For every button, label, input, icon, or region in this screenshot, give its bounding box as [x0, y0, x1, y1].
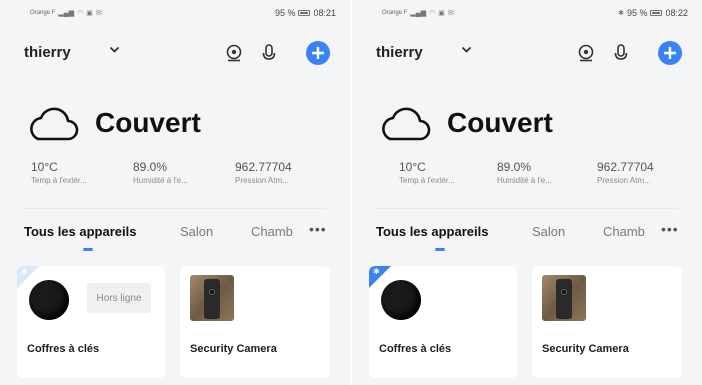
microphone-icon[interactable] [611, 43, 631, 63]
phone-screen-left: Orange F ▂▄▆ ◠ ▣ ✉ 95 % 08:21 thierry Co… [0, 0, 350, 385]
tab-all-devices[interactable]: Tous les appareils [24, 224, 136, 239]
device-image [29, 280, 69, 320]
add-icon[interactable] [306, 41, 330, 65]
notification-icon: ✉ [447, 10, 454, 17]
tab-indicator [83, 248, 93, 251]
battery-icon [298, 10, 311, 16]
stat-temperature: 10°C Temp à l'extér... [399, 160, 499, 185]
phone-screen-right: Orange F ▂▄▆ ◠ ▣ ✉ ✱ 95 % 08:22 thierry [352, 0, 702, 385]
stat-humidity: 89.0% Humidité à l'e... [133, 160, 233, 185]
tab-indicator [435, 248, 445, 251]
device-name: Coffres à clés [27, 343, 100, 355]
device-card-security-camera[interactable]: Security Camera [532, 266, 682, 378]
device-name: Coffres à clés [379, 343, 452, 355]
chevron-down-icon[interactable] [461, 45, 472, 57]
battery-icon [650, 10, 663, 16]
device-image [381, 280, 421, 320]
add-icon[interactable] [658, 41, 682, 65]
nfc-icon: ▣ [86, 10, 93, 17]
tab-salon[interactable]: Salon [180, 224, 213, 239]
device-card-coffres[interactable]: ✱ Hors ligne Coffres à clés [17, 266, 165, 378]
home-selector[interactable]: thierry [376, 44, 423, 61]
device-card-coffres[interactable]: ✱ Coffres à clés [369, 266, 517, 378]
home-header: thierry [24, 40, 338, 68]
camera-icon[interactable] [224, 43, 244, 63]
battery-percent: 95 % [274, 8, 296, 18]
tab-all-devices[interactable]: Tous les appareils [376, 224, 488, 239]
clock: 08:22 [665, 8, 688, 18]
home-selector[interactable]: thierry [24, 44, 71, 61]
wifi-icon: ◠ [429, 10, 436, 17]
microphone-icon[interactable] [259, 43, 279, 63]
camera-icon[interactable] [576, 43, 596, 63]
stat-temperature: 10°C Temp à l'extér... [31, 160, 131, 185]
cloud-icon [24, 105, 80, 145]
status-bar: Orange F ▂▄▆ ◠ ▣ ✉ 95 % 08:21 [0, 0, 350, 22]
stat-humidity: 89.0% Humidité à l'e... [497, 160, 597, 185]
weather-condition: Couvert [447, 107, 553, 138]
bluetooth-icon: ✱ [373, 267, 380, 276]
stat-label: Pression Atm... [235, 176, 289, 185]
stat-label: Pression Atm... [597, 176, 651, 185]
stat-pressure: 962.77704 Pression Atm... [597, 160, 697, 185]
wifi-icon: ◠ [77, 10, 84, 17]
stat-pressure: 962.77704 Pression Atm... [235, 160, 335, 185]
home-header: thierry [376, 40, 690, 68]
stat-value: 89.0% [133, 160, 168, 174]
stat-value: 10°C [399, 160, 426, 174]
carrier-name: Orange F [382, 10, 408, 16]
offline-badge: Hors ligne [87, 283, 151, 313]
chevron-down-icon[interactable] [109, 45, 120, 57]
weather-condition: Couvert [95, 107, 201, 138]
device-name: Security Camera [190, 343, 277, 355]
battery-percent: 95 % [626, 8, 648, 18]
cloud-icon [376, 105, 432, 145]
camera-image [542, 275, 586, 321]
camera-image [190, 275, 234, 321]
stat-value: 10°C [31, 160, 58, 174]
stat-value: 89.0% [497, 160, 532, 174]
nfc-icon: ▣ [438, 10, 445, 17]
stat-label: Humidité à l'e... [497, 176, 552, 185]
stat-label: Temp à l'extér... [399, 176, 455, 185]
stat-label: Humidité à l'e... [133, 176, 188, 185]
tab-salon[interactable]: Salon [532, 224, 565, 239]
divider [376, 208, 678, 209]
divider [24, 208, 326, 209]
signal-icon: ▂▄▆ [58, 10, 75, 17]
room-tabs: Tous les appareils Salon Chamb ••• [24, 221, 334, 251]
tab-chamb[interactable]: Chamb [603, 224, 645, 239]
stat-value: 962.77704 [597, 160, 654, 174]
more-icon[interactable]: ••• [309, 221, 327, 237]
clock: 08:21 [313, 8, 336, 18]
stat-value: 962.77704 [235, 160, 292, 174]
stat-label: Temp à l'extér... [31, 176, 87, 185]
more-icon[interactable]: ••• [661, 221, 679, 237]
bluetooth-status-icon: ✱ [618, 10, 624, 17]
bluetooth-icon: ✱ [21, 267, 28, 276]
tab-chamb[interactable]: Chamb [251, 224, 293, 239]
device-card-security-camera[interactable]: Security Camera [180, 266, 330, 378]
signal-icon: ▂▄▆ [410, 10, 427, 17]
status-bar: Orange F ▂▄▆ ◠ ▣ ✉ ✱ 95 % 08:22 [352, 0, 702, 22]
notification-icon: ✉ [95, 10, 102, 17]
carrier-name: Orange F [30, 10, 56, 16]
device-name: Security Camera [542, 343, 629, 355]
room-tabs: Tous les appareils Salon Chamb ••• [376, 221, 686, 251]
